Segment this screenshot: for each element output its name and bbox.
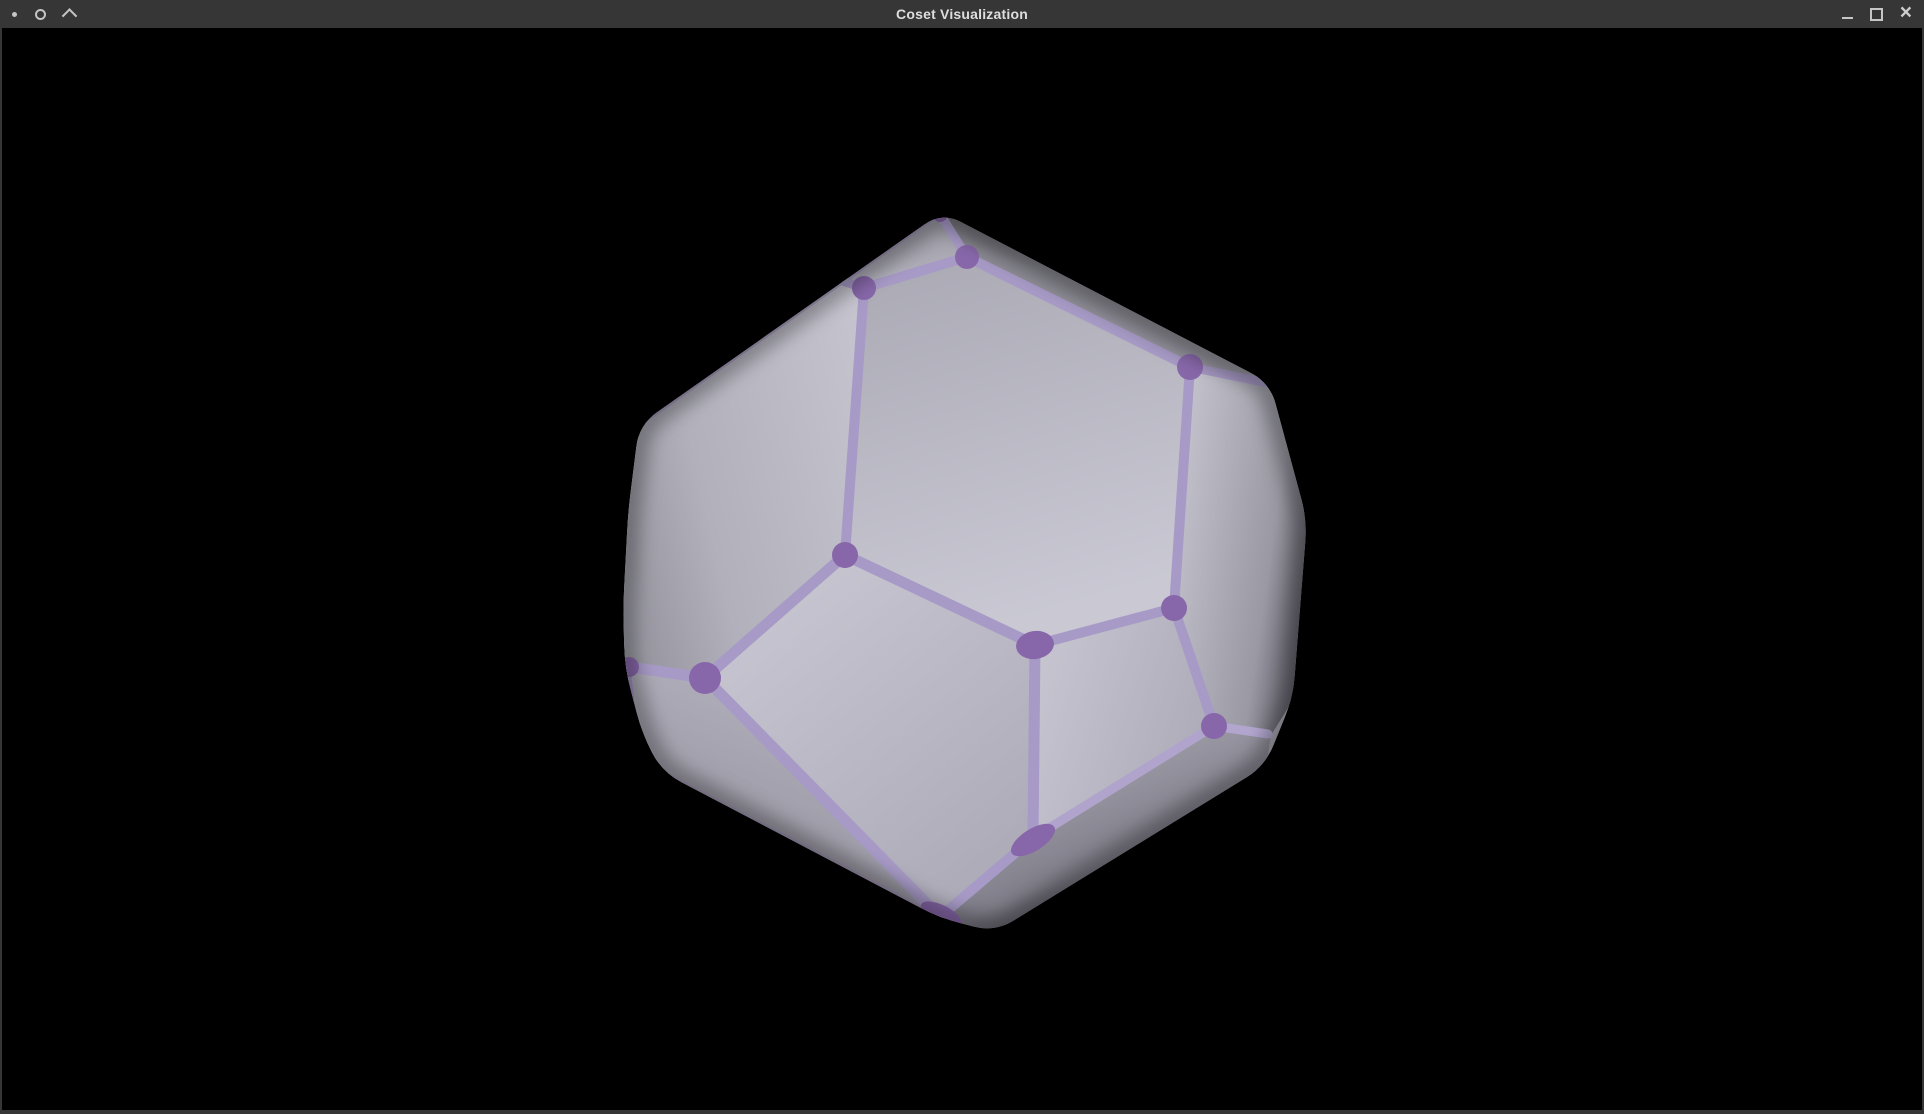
coset-polyhedron-render — [2, 28, 1922, 1110]
polyhedron — [619, 206, 1307, 932]
window-shade-chevron-icon[interactable] — [62, 8, 78, 24]
window-menu-dot-icon[interactable] — [12, 12, 17, 17]
titlebar[interactable]: Coset Visualization × — [0, 0, 1924, 28]
minimize-icon — [1842, 17, 1853, 19]
polyhedron-vertex — [955, 245, 979, 269]
maximize-icon — [1870, 8, 1883, 21]
polyhedron-vertex — [689, 662, 721, 694]
close-button[interactable]: × — [1900, 3, 1912, 23]
polyhedron-edge — [1033, 645, 1035, 838]
maximize-button[interactable] — [1870, 8, 1883, 21]
minimize-button[interactable] — [1842, 13, 1853, 15]
polyhedron-vertex — [832, 542, 858, 568]
titlebar-left-icons — [12, 0, 75, 28]
polyhedron-vertex — [1161, 595, 1187, 621]
window-controls: × — [1842, 0, 1912, 28]
app-window: Coset Visualization × — [0, 0, 1924, 1114]
viewport-3d[interactable] — [2, 28, 1922, 1110]
window-title: Coset Visualization — [0, 6, 1924, 22]
window-circle-icon[interactable] — [35, 9, 46, 20]
polyhedron-vertex — [1201, 713, 1227, 739]
